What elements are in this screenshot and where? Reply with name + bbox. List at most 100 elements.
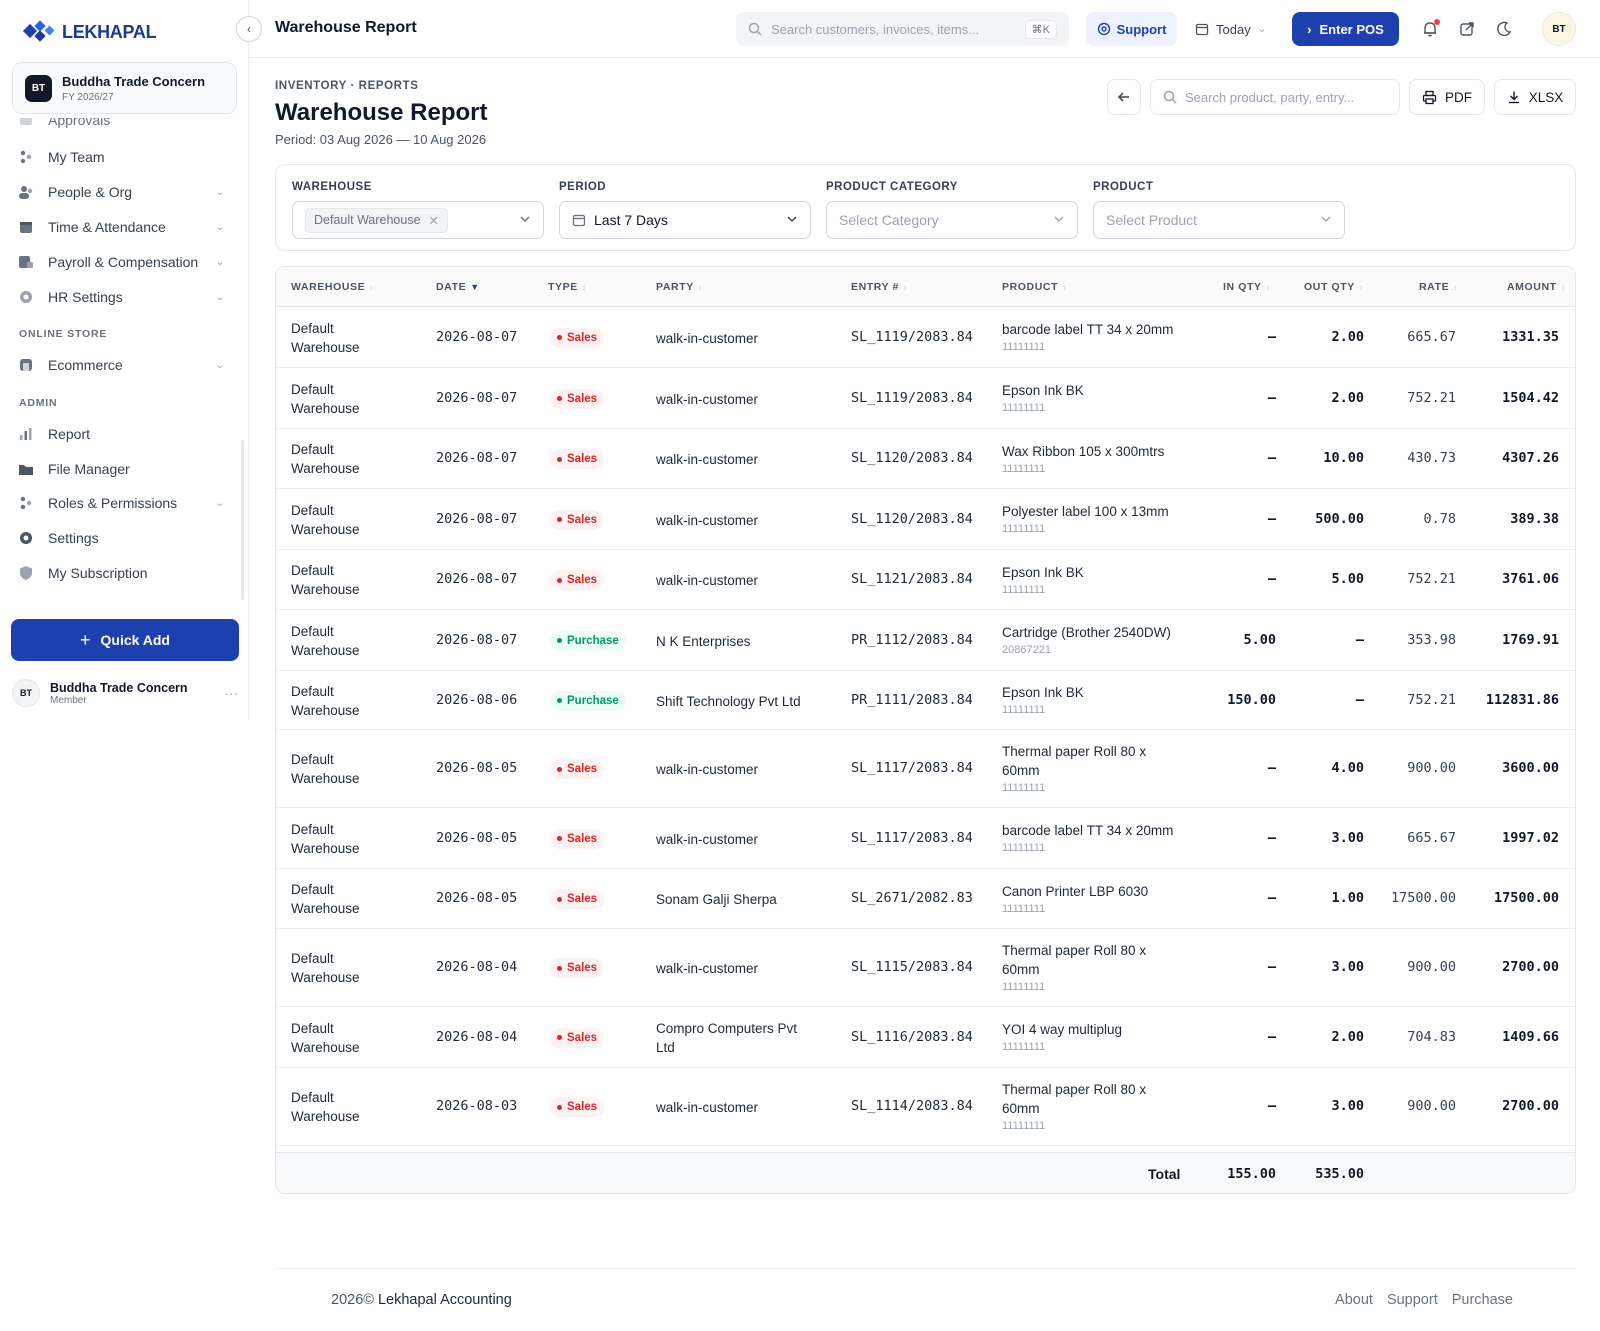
sales-badge: Sales [550, 388, 605, 409]
cell-in-qty: – [1267, 389, 1276, 406]
collapse-sidebar-button[interactable]: ‹ [236, 16, 262, 42]
cell-entry[interactable]: SL_1119/2083.84 [851, 329, 973, 345]
table-row[interactable]: Default Warehouse 2026-08-04 Sales walk-in-c… [276, 929, 1575, 1007]
column-header-party[interactable]: PARTY ↕ [656, 281, 702, 293]
chevron-down-icon: ⌄ [215, 221, 224, 233]
warehouse-report-table: WAREHOUSE ↕ DATE ▼ TYPE ↕ PARTY ↕ ENTRY # ↕ P… [275, 266, 1576, 1194]
cell-entry[interactable]: SL_1120/2083.84 [851, 450, 973, 466]
table-row[interactable]: Default Warehouse 2026-08-07 Sales walk-in-c… [276, 489, 1575, 550]
support-button[interactable]: Support [1086, 12, 1177, 46]
close-icon[interactable]: ✕ [429, 213, 439, 228]
column-header-date[interactable]: DATE ▼ [436, 281, 480, 293]
table-row[interactable]: Default Warehouse 2026-08-05 Sales walk-in-c… [276, 730, 1575, 808]
brand-logo[interactable]: LEKHAPAL [22, 20, 157, 44]
table-row[interactable]: Default Warehouse 2026-08-07 Sales walk-in-c… [276, 368, 1575, 429]
date-picker-button[interactable]: Today ⌄ [1195, 12, 1279, 46]
cell-entry[interactable]: SL_1117/2083.84 [851, 830, 973, 846]
download-icon [1508, 91, 1519, 104]
cell-entry[interactable]: SL_1119/2083.84 [851, 390, 973, 406]
plus-icon: + [79, 629, 91, 650]
cell-entry[interactable]: SL_1114/2083.84 [851, 1098, 973, 1114]
sidebar-item-label: Roles & Permissions [48, 495, 178, 511]
column-header-out-qty[interactable]: OUT QTY ↕ [1304, 281, 1363, 293]
cell-entry[interactable]: PR_1112/2083.84 [851, 632, 973, 648]
footer-link-purchase[interactable]: Purchase [1452, 1292, 1513, 1308]
table-row[interactable]: Default Warehouse 2026-08-07 Sales walk-in-c… [276, 429, 1575, 489]
sidebar-scrollbar[interactable] [241, 440, 244, 600]
export-pdf-button[interactable]: PDF [1409, 79, 1485, 115]
table-row[interactable]: Default Warehouse 2026-08-05 Sales Sonam Gal… [276, 869, 1575, 929]
sidebar-item-ecommerce[interactable]: Ecommerce ⌄ [18, 350, 224, 380]
footer-link-support[interactable]: Support [1387, 1292, 1438, 1308]
cell-warehouse: Default Warehouse [291, 319, 401, 357]
sidebar-item-roles-permissions[interactable]: Roles & Permissions ⌄ [18, 488, 224, 518]
global-search-input[interactable]: Search customers, invoices, items... ⌘K [736, 12, 1069, 46]
cell-entry[interactable]: SL_1120/2083.84 [851, 511, 973, 527]
chip-label: Default Warehouse [314, 213, 421, 227]
table-row[interactable]: Default Warehouse 2026-08-07 Purchase N K En… [276, 610, 1575, 671]
table-row[interactable]: Default Warehouse 2026-08-07 Sales walk-in-c… [276, 307, 1575, 368]
sales-badge: Sales [550, 1027, 605, 1048]
table-row[interactable]: Default Warehouse 2026-08-05 Sales walk-in-c… [276, 808, 1575, 869]
footer-link-about[interactable]: About [1335, 1292, 1373, 1308]
badge-label: Sales [567, 331, 598, 344]
column-header-rate[interactable]: RATE ↕ [1419, 281, 1458, 293]
sidebar-item-payroll[interactable]: Payroll & Compensation ⌄ [18, 247, 224, 277]
sidebar-item-my-subscription[interactable]: My Subscription [18, 558, 224, 588]
column-header-entry[interactable]: ENTRY # ↕ [851, 281, 908, 293]
table-header: WAREHOUSE ↕ DATE ▼ TYPE ↕ PARTY ↕ ENTRY # ↕ P… [276, 267, 1575, 307]
cell-party: walk-in-customer [656, 571, 821, 590]
cell-product: Cartridge (Brother 2540DW) 20867221 [1002, 623, 1192, 658]
enter-pos-button[interactable]: › Enter POS [1292, 12, 1399, 46]
table-row[interactable]: Default Warehouse 2026-08-03 Sales walk-in-c… [276, 1068, 1575, 1146]
cell-entry[interactable]: SL_1121/2083.84 [851, 571, 973, 587]
quick-add-button[interactable]: + Quick Add [11, 619, 239, 661]
cell-out-qty: 3.00 [1331, 829, 1364, 846]
cell-out-qty: – [1355, 631, 1364, 648]
column-header-type[interactable]: TYPE ↕ [548, 281, 586, 293]
sidebar-item-time-attendance[interactable]: Time & Attendance ⌄ [18, 212, 224, 242]
cell-entry[interactable]: SL_1115/2083.84 [851, 959, 973, 975]
table-row[interactable]: Default Warehouse 2026-08-04 Sales Compro Co… [276, 1007, 1575, 1068]
chevron-down-icon: ⌄ [215, 291, 224, 303]
notifications-bell-icon[interactable] [1419, 18, 1441, 40]
xlsx-label: XLSX [1528, 89, 1564, 105]
column-header-warehouse[interactable]: WAREHOUSE ↕ [291, 281, 374, 293]
avatar[interactable]: BT [1542, 12, 1576, 46]
sidebar-item-settings[interactable]: Settings [18, 523, 224, 553]
period-select[interactable]: Last 7 Days [559, 201, 811, 239]
sidebar-item-my-team[interactable]: My Team [18, 142, 224, 172]
chevron-right-icon: › [1307, 21, 1312, 37]
cell-entry[interactable]: SL_2671/2082.83 [851, 890, 973, 906]
sidebar-item-people-org[interactable]: People & Org ⌄ [18, 177, 224, 207]
sidebar-item-hr-settings[interactable]: HR Settings ⌄ [18, 282, 224, 312]
sidebar-item-file-manager[interactable]: File Manager [18, 454, 224, 484]
column-header-amount[interactable]: AMOUNT ↕ [1507, 281, 1565, 293]
column-header-in-qty[interactable]: IN QTY ↕ [1223, 281, 1270, 293]
back-button[interactable] [1107, 79, 1141, 115]
category-select[interactable]: Select Category [826, 201, 1078, 239]
cell-line: Default [291, 1090, 334, 1105]
product-name: 60mm [1002, 763, 1040, 778]
export-xlsx-button[interactable]: XLSX [1494, 79, 1576, 115]
warehouse-select[interactable]: Default Warehouse ✕ [292, 201, 544, 239]
cell-entry[interactable]: SL_1116/2083.84 [851, 1029, 973, 1045]
product-select[interactable]: Select Product [1093, 201, 1345, 239]
product-name: 60mm [1002, 1101, 1040, 1116]
sidebar-item-report[interactable]: Report [18, 419, 224, 449]
org-switcher[interactable]: BT Buddha Trade Concern FY 2026/27 [12, 62, 237, 114]
table-row[interactable]: Default Warehouse 2026-08-07 Sales walk-in-c… [276, 550, 1575, 610]
sidebar-item-approvals[interactable]: Approvals [18, 118, 224, 135]
cell-rate: 353.98 [1407, 631, 1456, 648]
external-link-icon[interactable] [1456, 18, 1478, 40]
column-header-product[interactable]: PRODUCT ↕ [1002, 281, 1067, 293]
product-name: barcode label TT 34 x 20mm [1002, 823, 1174, 838]
cell-entry[interactable]: PR_1111/2083.84 [851, 692, 973, 708]
user-profile[interactable]: BT Buddha Trade Concern Member ··· [12, 676, 238, 710]
more-icon[interactable]: ··· [224, 685, 238, 701]
cell-product: barcode label TT 34 x 20mm 11111111 [1002, 821, 1192, 856]
table-row[interactable]: Default Warehouse 2026-08-06 Purchase Shift … [276, 671, 1575, 730]
dark-mode-icon[interactable] [1493, 18, 1515, 40]
cell-entry[interactable]: SL_1117/2083.84 [851, 760, 973, 776]
report-search-input[interactable]: Search product, party, entry... [1150, 79, 1400, 115]
